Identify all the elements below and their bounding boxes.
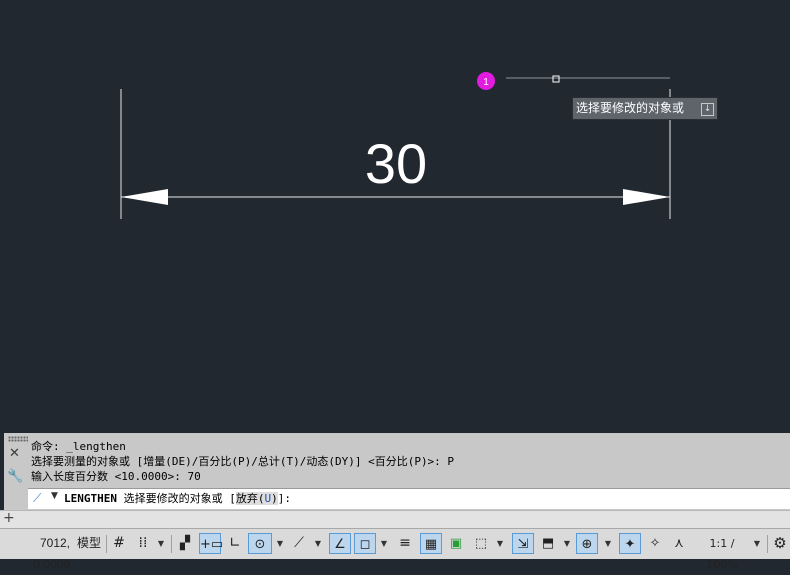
model-space-button[interactable]: 模型	[74, 533, 104, 554]
close-icon[interactable]: ✕	[9, 446, 20, 461]
chevron-down-icon[interactable]: ▼	[51, 491, 58, 501]
arrowhead-right	[623, 189, 670, 205]
chevron-down-icon[interactable]: ▼	[751, 533, 763, 554]
chevron-down-icon[interactable]: ▼	[602, 533, 614, 554]
add-layout-button[interactable]: +	[3, 510, 15, 526]
grip-handle-icon[interactable]	[8, 436, 28, 442]
layout-tab-bar: +	[0, 510, 790, 529]
drawing-svg[interactable]: 1 30	[0, 0, 790, 433]
gizmo-icon[interactable]: ⊕	[576, 533, 598, 554]
chevron-down-icon[interactable]: ▼	[312, 533, 324, 554]
annotation-scale-icon[interactable]: ⋏	[669, 533, 689, 554]
chevron-down-icon[interactable]: ▼	[155, 533, 167, 554]
drawing-canvas[interactable]: 1 30 选择要修改的对象或 ↓	[0, 0, 790, 433]
chevron-down-icon[interactable]: ▼	[274, 533, 286, 554]
chevron-down-icon[interactable]: ▼	[378, 533, 390, 554]
object-snap-tracking-icon[interactable]: ∠	[329, 533, 351, 554]
transparency-icon[interactable]: ▦	[420, 533, 442, 554]
command-history: 命令: _lengthen 选择要测量的对象或 [增量(DE)/百分比(P)/总计…	[31, 439, 454, 484]
infer-constraints-icon[interactable]: ▞	[175, 533, 195, 554]
annotation-scale-button[interactable]: 1:1 / 100%	[693, 533, 751, 571]
option-undo-close: )	[271, 492, 278, 505]
status-bar: 7012, 0.0000 模型 # ⁞⁞ ▼ ▞ +▭ ∟ ⊙ ▼ ⟋ ▼ ∠ …	[0, 528, 790, 571]
3d-osnap-icon[interactable]: ⬚	[471, 533, 491, 554]
grip-number: 1	[483, 77, 489, 88]
option-undo-label: 放弃(	[235, 492, 265, 505]
dimension-text[interactable]: 30	[365, 132, 427, 195]
ortho-icon[interactable]: ∟	[225, 533, 245, 554]
auto-scale-icon[interactable]: ✧	[645, 533, 665, 554]
selection-cycling-icon[interactable]: ▣	[446, 533, 466, 554]
selection-filter-icon[interactable]: ⬒	[538, 533, 558, 554]
snap-grid-icon[interactable]: ⁞⁞	[133, 533, 153, 554]
history-line: 命令: _lengthen	[31, 440, 126, 453]
history-line: 选择要测量的对象或 [增量(DE)/百分比(P)/总计(T)/动态(DY)] <…	[31, 455, 455, 468]
history-line: 输入长度百分数 <10.0000>: 70	[31, 470, 201, 483]
command-prompt: LENGTHEN 选择要修改的对象或 [放弃(U)]:	[64, 491, 291, 506]
coordinates-readout[interactable]: 7012, 0.0000	[0, 533, 70, 571]
lineweight-icon[interactable]: ≡	[395, 533, 415, 554]
gear-icon[interactable]: ⚙	[770, 533, 790, 554]
arrowhead-left	[121, 189, 168, 205]
chevron-down-icon[interactable]: ▼	[494, 533, 506, 554]
object-snap-icon[interactable]: ◻	[354, 533, 376, 554]
command-name: LENGTHEN	[64, 492, 117, 505]
tooltip-text: 选择要修改的对象或	[576, 101, 685, 115]
polar-tracking-icon[interactable]: ⊙	[248, 533, 272, 554]
chevron-down-icon[interactable]: ▼	[561, 533, 573, 554]
divider	[767, 535, 768, 553]
command-pen-icon[interactable]: ⟋	[33, 491, 41, 506]
divider	[106, 535, 107, 553]
isodraft-icon[interactable]: ⟋	[289, 533, 309, 554]
dynamic-input-icon[interactable]: +▭	[199, 533, 223, 554]
wrench-icon[interactable]: 🔧	[7, 469, 23, 484]
command-input[interactable]: ⟋ ▼ LENGTHEN 选择要修改的对象或 [放弃(U)]:	[28, 488, 790, 509]
prompt-suffix: ]:	[277, 492, 291, 505]
command-line-panel: ✕ 🔧 命令: _lengthen 选择要测量的对象或 [增量(DE)/百分比(P…	[4, 433, 790, 510]
download-icon[interactable]: ↓	[701, 103, 714, 116]
selection-tooltip: 选择要修改的对象或 ↓	[572, 97, 718, 120]
divider	[171, 535, 172, 553]
endpoint-grip[interactable]	[552, 75, 560, 83]
dynamic-ucs-icon[interactable]: ⇲	[512, 533, 534, 554]
grid-icon[interactable]: #	[109, 533, 129, 554]
prompt-text: 选择要修改的对象或 [	[116, 492, 236, 505]
option-undo[interactable]: 放弃(U)	[235, 492, 278, 505]
annotation-visibility-icon[interactable]: ✦	[619, 533, 641, 554]
